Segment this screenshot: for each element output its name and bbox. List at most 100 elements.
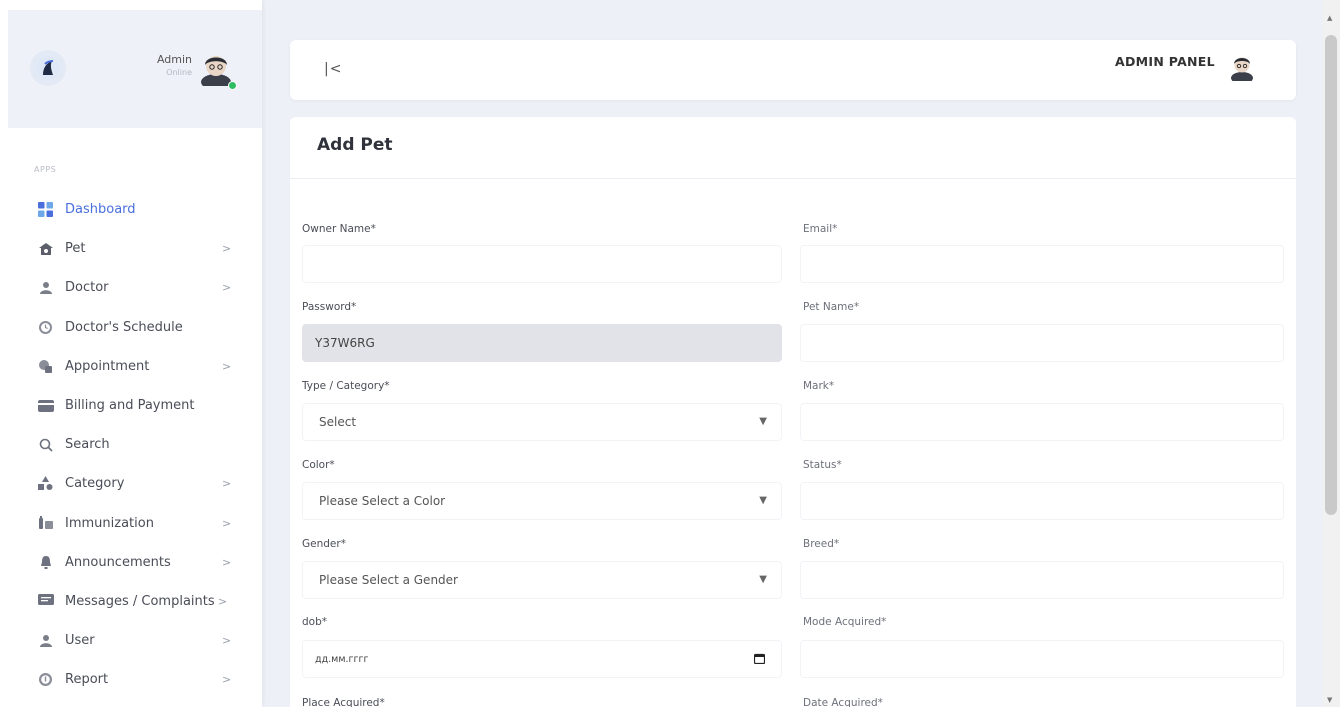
calendar-icon[interactable]: [753, 653, 766, 665]
sidebar-item-label: Dashboard: [65, 202, 136, 218]
sidebar-item-dashboard[interactable]: Dashboard: [0, 190, 262, 229]
date-acquired-label: Date Acquired*: [803, 697, 883, 707]
sidebar-item-category[interactable]: Category >: [0, 464, 262, 503]
sidebar-item-label: Report: [65, 672, 109, 688]
doctor-icon: [37, 279, 54, 296]
color-label: Color*: [302, 459, 335, 471]
chevron-right-icon: >: [218, 594, 228, 608]
email-label: Email*: [803, 223, 838, 235]
report-icon: [37, 671, 54, 688]
status-label: Status*: [803, 459, 842, 471]
place-acquired-label: Place Acquired*: [302, 697, 385, 707]
sidebar-item-label: Messages / Complaints: [65, 593, 215, 609]
avatar-icon: [1231, 57, 1253, 84]
dob-placeholder: дд.мм.гггг: [315, 653, 369, 665]
chevron-right-icon: >: [222, 516, 232, 530]
dashboard-icon: [37, 201, 54, 218]
color-select[interactable]: Please Select a Color ▼: [302, 482, 782, 520]
page-title: Add Pet: [317, 135, 393, 155]
chevron-down-icon: ▼: [759, 416, 767, 427]
chevron-right-icon: >: [222, 242, 232, 256]
profile-name: Admin: [156, 53, 192, 66]
top-bar: |< ADMIN PANEL: [290, 40, 1296, 100]
mode-acquired-field[interactable]: [800, 640, 1284, 678]
collapse-sidebar-button[interactable]: |<: [324, 61, 342, 77]
sidebar-menu: Dashboard Pet > Doctor > Doctor's Schedu…: [0, 190, 262, 699]
mark-field[interactable]: [800, 403, 1284, 441]
type-category-label: Type / Category*: [302, 380, 390, 392]
sidebar-item-messages[interactable]: Messages / Complaints >: [0, 582, 262, 621]
bell-icon: [37, 554, 54, 571]
profile-panel: Admin Online: [8, 10, 262, 128]
breed-field[interactable]: [800, 561, 1284, 599]
password-field[interactable]: Y37W6RG: [302, 324, 782, 362]
sidebar-item-billing[interactable]: Billing and Payment: [0, 386, 262, 425]
chevron-down-icon: ▼: [759, 495, 767, 506]
user-icon: [37, 632, 54, 649]
message-icon: [37, 593, 54, 610]
password-label: Password*: [302, 301, 357, 313]
header-avatar[interactable]: [1228, 53, 1256, 84]
sidebar-item-label: Doctor: [65, 280, 109, 296]
logo-icon: [36, 56, 60, 80]
sidebar-item-label: User: [65, 633, 95, 649]
category-icon: [37, 475, 54, 492]
chevron-right-icon: >: [222, 634, 232, 648]
mode-acquired-label: Mode Acquired*: [803, 616, 887, 628]
gender-label: Gender*: [302, 538, 346, 550]
sidebar-item-pet[interactable]: Pet >: [0, 229, 262, 268]
chevron-right-icon: >: [222, 555, 232, 569]
panel-title: ADMIN PANEL: [1115, 54, 1215, 69]
type-category-value: Select: [319, 415, 357, 429]
sidebar-item-label: Appointment: [65, 358, 150, 374]
online-status-dot: [228, 81, 237, 90]
sidebar-item-report[interactable]: Report >: [0, 660, 262, 699]
status-field[interactable]: [800, 482, 1284, 520]
dob-label: dob*: [302, 616, 328, 628]
sidebar-item-label: Category: [65, 476, 125, 492]
mark-label: Mark*: [803, 380, 835, 392]
gender-select[interactable]: Please Select a Gender ▼: [302, 561, 782, 599]
sidebar-item-immunization[interactable]: Immunization >: [0, 504, 262, 543]
card-icon: [37, 397, 54, 414]
dob-date-input[interactable]: дд.мм.гггг: [302, 640, 782, 678]
color-value: Please Select a Color: [319, 494, 446, 508]
divider: [290, 178, 1296, 179]
profile-status: Online: [166, 68, 192, 77]
sidebar-item-label: Billing and Payment: [65, 398, 195, 414]
sidebar-item-label: Announcements: [65, 554, 171, 570]
chevron-right-icon: >: [222, 281, 232, 295]
sidebar-item-announcements[interactable]: Announcements >: [0, 543, 262, 582]
sidebar-item-appointment[interactable]: Appointment >: [0, 347, 262, 386]
sidebar-item-label: Search: [65, 437, 110, 453]
sidebar-item-doctors-schedule[interactable]: Doctor's Schedule: [0, 308, 262, 347]
search-icon: [37, 436, 54, 453]
sidebar: Admin Online APPS Dashboard Pet > Doctor…: [0, 0, 262, 707]
email-field[interactable]: [800, 245, 1284, 283]
owner-name-label: Owner Name*: [302, 223, 376, 235]
breed-label: Breed*: [803, 538, 840, 550]
scroll-up-icon[interactable]: ▲: [1327, 14, 1332, 22]
sidebar-item-user[interactable]: User >: [0, 621, 262, 660]
immunization-icon: [37, 515, 54, 532]
scrollbar-thumb[interactable]: [1325, 35, 1337, 515]
type-category-select[interactable]: Select ▼: [302, 403, 782, 441]
app-logo[interactable]: [30, 50, 66, 86]
owner-name-field[interactable]: [302, 245, 782, 283]
sidebar-item-label: Doctor's Schedule: [65, 319, 183, 335]
section-label: APPS: [34, 165, 57, 174]
pet-icon: [37, 240, 54, 257]
sidebar-item-doctor[interactable]: Doctor >: [0, 268, 262, 307]
chevron-right-icon: >: [222, 673, 232, 687]
scroll-down-icon[interactable]: ▼: [1327, 696, 1332, 704]
pet-name-label: Pet Name*: [803, 301, 860, 313]
chevron-right-icon: >: [222, 359, 232, 373]
sidebar-item-label: Immunization: [65, 515, 154, 531]
chevron-right-icon: >: [222, 477, 232, 491]
chevron-down-icon: ▼: [759, 574, 767, 585]
sidebar-item-search[interactable]: Search: [0, 425, 262, 464]
pet-name-field[interactable]: [800, 324, 1284, 362]
gender-value: Please Select a Gender: [319, 573, 458, 587]
add-pet-card: Add Pet Owner Name* Email* Password* Y37…: [290, 117, 1296, 707]
clock-icon: [37, 319, 54, 336]
